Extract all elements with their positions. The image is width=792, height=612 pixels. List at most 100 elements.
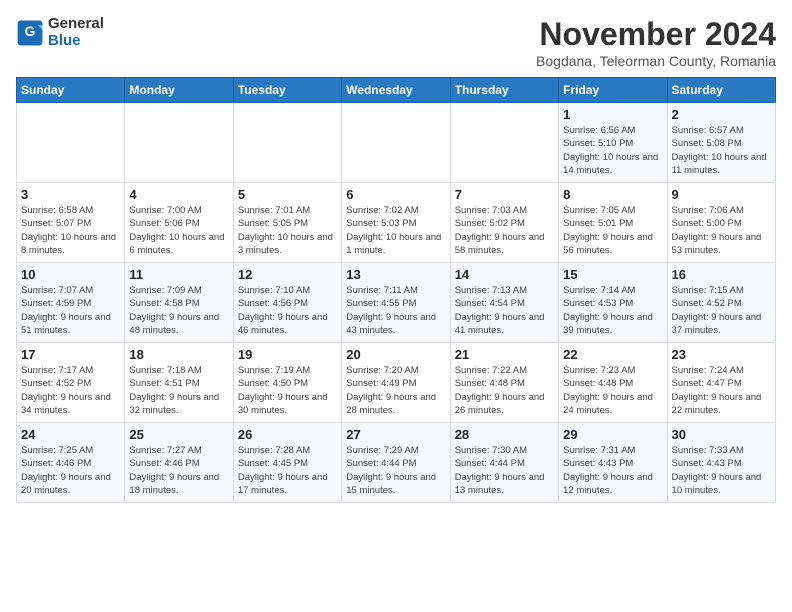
day-info: Sunrise: 7:27 AM Sunset: 4:46 PM Dayligh… [129,444,228,497]
day-number: 13 [346,267,445,282]
calendar-cell: 10 Sunrise: 7:07 AM Sunset: 4:59 PM Dayli… [17,263,125,343]
weekday-header: Saturday [667,78,775,103]
calendar-cell: 3 Sunrise: 6:58 AM Sunset: 5:07 PM Daylig… [17,183,125,263]
calendar-cell [17,103,125,183]
calendar-cell: 24 Sunrise: 7:25 AM Sunset: 4:46 PM Dayli… [17,423,125,503]
day-number: 23 [672,347,771,362]
weekday-header: Tuesday [233,78,341,103]
calendar-cell: 7Sunrise: 7:03 AM Sunset: 5:02 PM Daylig… [450,183,558,263]
day-info: Sunrise: 6:58 AM Sunset: 5:07 PM Dayligh… [21,204,120,257]
calendar-week-row: 10 Sunrise: 7:07 AM Sunset: 4:59 PM Dayli… [17,263,776,343]
day-info: Sunrise: 7:15 AM Sunset: 4:52 PM Dayligh… [672,284,771,337]
weekday-header: Friday [559,78,667,103]
title-block: November 2024 Bogdana, Teleorman County,… [536,16,776,69]
day-info: Sunrise: 6:56 AM Sunset: 5:10 PM Dayligh… [563,124,662,177]
day-number: 9 [672,187,771,202]
calendar-cell: 19 Sunrise: 7:19 AM Sunset: 4:50 PM Dayli… [233,343,341,423]
day-number: 29 [563,427,662,442]
day-info: Sunrise: 7:14 AM Sunset: 4:53 PM Dayligh… [563,284,662,337]
day-number: 19 [238,347,337,362]
day-number: 10 [21,267,120,282]
day-info: Sunrise: 7:29 AM Sunset: 4:44 PM Dayligh… [346,444,445,497]
day-number: 30 [672,427,771,442]
day-number: 26 [238,427,337,442]
calendar-cell: 4Sunrise: 7:00 AM Sunset: 5:06 PM Daylig… [125,183,233,263]
calendar-cell: 14 Sunrise: 7:13 AM Sunset: 4:54 PM Dayli… [450,263,558,343]
day-number: 6 [346,187,445,202]
day-info: Sunrise: 7:33 AM Sunset: 4:43 PM Dayligh… [672,444,771,497]
day-number: 14 [455,267,554,282]
day-info: Sunrise: 7:24 AM Sunset: 4:47 PM Dayligh… [672,364,771,417]
day-info: Sunrise: 7:31 AM Sunset: 4:43 PM Dayligh… [563,444,662,497]
calendar-week-row: 3 Sunrise: 6:58 AM Sunset: 5:07 PM Daylig… [17,183,776,263]
day-number: 8 [563,187,662,202]
day-number: 11 [129,267,228,282]
header: G General Blue November 2024 Bogdana, Te… [16,16,776,69]
day-number: 3 [21,187,120,202]
calendar-cell: 5Sunrise: 7:01 AM Sunset: 5:05 PM Daylig… [233,183,341,263]
calendar-cell: 30 Sunrise: 7:33 AM Sunset: 4:43 PM Dayli… [667,423,775,503]
day-number: 15 [563,267,662,282]
calendar-cell: 18 Sunrise: 7:18 AM Sunset: 4:51 PM Dayli… [125,343,233,423]
day-number: 16 [672,267,771,282]
day-info: Sunrise: 7:18 AM Sunset: 4:51 PM Dayligh… [129,364,228,417]
calendar-cell: 17 Sunrise: 7:17 AM Sunset: 4:52 PM Dayli… [17,343,125,423]
logo-text: General Blue [48,16,104,49]
calendar-cell: 9 Sunrise: 7:06 AM Sunset: 5:00 PM Daylig… [667,183,775,263]
day-number: 25 [129,427,228,442]
day-info: Sunrise: 7:05 AM Sunset: 5:01 PM Dayligh… [563,204,662,257]
day-number: 21 [455,347,554,362]
day-info: Sunrise: 7:09 AM Sunset: 4:58 PM Dayligh… [129,284,228,337]
day-number: 18 [129,347,228,362]
calendar-cell: 12Sunrise: 7:10 AM Sunset: 4:56 PM Dayli… [233,263,341,343]
calendar-cell: 8 Sunrise: 7:05 AM Sunset: 5:01 PM Daylig… [559,183,667,263]
day-info: Sunrise: 6:57 AM Sunset: 5:08 PM Dayligh… [672,124,771,177]
day-info: Sunrise: 7:23 AM Sunset: 4:48 PM Dayligh… [563,364,662,417]
calendar-week-row: 1 Sunrise: 6:56 AM Sunset: 5:10 PM Daylig… [17,103,776,183]
day-info: Sunrise: 7:06 AM Sunset: 5:00 PM Dayligh… [672,204,771,257]
month-title: November 2024 [536,16,776,53]
day-number: 22 [563,347,662,362]
day-number: 27 [346,427,445,442]
calendar-cell: 27 Sunrise: 7:29 AM Sunset: 4:44 PM Dayli… [342,423,450,503]
day-info: Sunrise: 7:22 AM Sunset: 4:48 PM Dayligh… [455,364,554,417]
calendar-cell: 23 Sunrise: 7:24 AM Sunset: 4:47 PM Dayli… [667,343,775,423]
calendar-cell: 20 Sunrise: 7:20 AM Sunset: 4:49 PM Dayli… [342,343,450,423]
calendar-cell: 2 Sunrise: 6:57 AM Sunset: 5:08 PM Daylig… [667,103,775,183]
day-info: Sunrise: 7:07 AM Sunset: 4:59 PM Dayligh… [21,284,120,337]
day-info: Sunrise: 7:03 AM Sunset: 5:02 PM Dayligh… [455,204,554,257]
day-number: 20 [346,347,445,362]
day-info: Sunrise: 7:17 AM Sunset: 4:52 PM Dayligh… [21,364,120,417]
weekday-header: Thursday [450,78,558,103]
day-info: Sunrise: 7:28 AM Sunset: 4:45 PM Dayligh… [238,444,337,497]
day-info: Sunrise: 7:00 AM Sunset: 5:06 PM Dayligh… [129,204,228,257]
day-info: Sunrise: 7:30 AM Sunset: 4:44 PM Dayligh… [455,444,554,497]
day-info: Sunrise: 7:19 AM Sunset: 4:50 PM Dayligh… [238,364,337,417]
weekday-header: Sunday [17,78,125,103]
calendar-cell: 28 Sunrise: 7:30 AM Sunset: 4:44 PM Dayli… [450,423,558,503]
calendar-cell [450,103,558,183]
calendar-table: SundayMondayTuesdayWednesdayThursdayFrid… [16,77,776,503]
calendar-cell: 1 Sunrise: 6:56 AM Sunset: 5:10 PM Daylig… [559,103,667,183]
calendar-cell: 6Sunrise: 7:02 AM Sunset: 5:03 PM Daylig… [342,183,450,263]
calendar-cell: 13 Sunrise: 7:11 AM Sunset: 4:55 PM Dayli… [342,263,450,343]
day-number: 2 [672,107,771,122]
calendar-cell: 21 Sunrise: 7:22 AM Sunset: 4:48 PM Dayli… [450,343,558,423]
calendar-cell: 16 Sunrise: 7:15 AM Sunset: 4:52 PM Dayli… [667,263,775,343]
calendar-cell [233,103,341,183]
day-info: Sunrise: 7:11 AM Sunset: 4:55 PM Dayligh… [346,284,445,337]
day-number: 28 [455,427,554,442]
day-info: Sunrise: 7:13 AM Sunset: 4:54 PM Dayligh… [455,284,554,337]
svg-text:G: G [25,23,36,39]
day-number: 17 [21,347,120,362]
day-number: 1 [563,107,662,122]
weekday-header-row: SundayMondayTuesdayWednesdayThursdayFrid… [17,78,776,103]
day-number: 24 [21,427,120,442]
calendar-cell: 11 Sunrise: 7:09 AM Sunset: 4:58 PM Dayli… [125,263,233,343]
day-number: 5 [238,187,337,202]
day-info: Sunrise: 7:20 AM Sunset: 4:49 PM Dayligh… [346,364,445,417]
logo-icon: G [16,19,44,47]
calendar-cell [342,103,450,183]
day-info: Sunrise: 7:25 AM Sunset: 4:46 PM Dayligh… [21,444,120,497]
calendar-cell [125,103,233,183]
